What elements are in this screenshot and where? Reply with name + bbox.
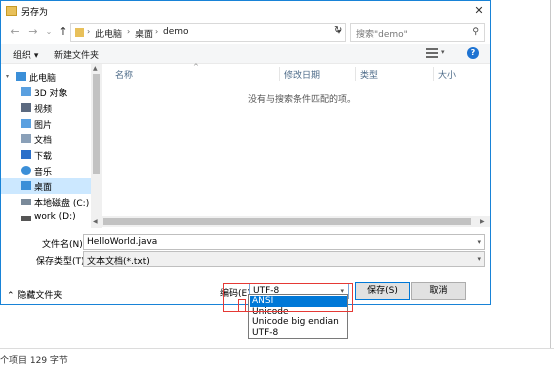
status-text: 个项目 129 字节 <box>0 356 68 366</box>
desktop-icon <box>21 181 31 190</box>
forward-arrow-icon[interactable]: → <box>27 25 39 38</box>
title-bar: 另存为 ✕ <box>1 1 490 22</box>
column-header-type[interactable]: 类型 <box>360 68 378 81</box>
chevron-right-icon: › <box>155 27 159 36</box>
close-button[interactable]: ✕ <box>472 4 486 18</box>
encoding-option-utf8[interactable]: UTF-8 <box>250 328 347 339</box>
filetype-label: 保存类型(T): <box>36 257 88 267</box>
sidebar-item-3d-objects[interactable]: 3D 对象 <box>1 84 91 100</box>
scrollbar-thumb[interactable] <box>93 74 100 174</box>
downloads-icon <box>21 150 31 159</box>
column-header-name[interactable]: 名称 <box>115 68 133 81</box>
video-icon <box>21 103 31 112</box>
computer-icon <box>16 72 26 81</box>
filetype-value: 文本文档(*.txt) <box>87 257 150 267</box>
column-header-size[interactable]: 大小 <box>438 68 456 81</box>
hide-folders-label: 隐藏文件夹 <box>17 291 63 301</box>
organize-menu[interactable]: 组织 ▾ <box>13 48 38 61</box>
folder-icon <box>75 28 84 37</box>
sort-up-icon: ^ <box>193 63 199 71</box>
sidebar-item-music[interactable]: 音乐 <box>1 163 91 179</box>
encoding-option-unicode-big-endian[interactable]: Unicode big endian <box>250 317 347 328</box>
empty-message: 没有与搜索条件匹配的项。 <box>248 95 357 105</box>
save-as-dialog: 另存为 ✕ ← → ⌄ ↑ › 此电脑 › 桌面 › demo ▾ ↻ 搜索"d… <box>0 0 491 305</box>
drive-icon <box>21 199 31 205</box>
expand-arrow-icon[interactable]: ▾ <box>6 73 9 80</box>
background-window-edge <box>550 0 554 348</box>
column-divider[interactable] <box>279 67 280 81</box>
new-folder-button[interactable]: 新建文件夹 <box>54 48 99 61</box>
sidebar-item-label: 文档 <box>34 136 53 146</box>
chevron-right-icon: › <box>127 27 131 36</box>
chevron-right-icon: › <box>87 27 91 36</box>
sidebar-item-downloads[interactable]: 下载 <box>1 147 91 163</box>
breadcrumb-this-pc[interactable]: 此电脑 <box>95 27 122 40</box>
view-options-icon[interactable] <box>426 48 438 58</box>
search-input[interactable]: 搜索"demo" ⚲ <box>350 23 485 42</box>
save-fields: 文件名(N): HelloWorld.java ▾ 保存类型(T): 文本文档(… <box>1 230 490 270</box>
scroll-right-icon[interactable]: ▶ <box>480 218 485 225</box>
back-arrow-icon[interactable]: ← <box>9 25 21 38</box>
documents-icon <box>21 134 31 143</box>
scroll-left-icon[interactable]: ◀ <box>93 218 98 225</box>
sidebar-item-label: work (D:) <box>34 212 76 222</box>
help-icon[interactable]: ? <box>467 47 479 59</box>
sidebar-item-label: 本地磁盘 (C:) <box>34 199 90 209</box>
sidebar-item-videos[interactable]: 视频 <box>1 100 91 116</box>
sidebar-item-this-pc[interactable]: ▾ 此电脑 <box>1 69 91 85</box>
sidebar-item-label: 音乐 <box>34 168 53 178</box>
sidebar-item-documents[interactable]: 文档 <box>1 131 91 147</box>
chevron-down-icon[interactable]: ▾ <box>441 48 445 56</box>
hide-folders-toggle[interactable]: ⌃ 隐藏文件夹 <box>7 288 62 301</box>
navigation-pane: ▾ 此电脑 3D 对象 视频 图片 文档 下载 音乐 桌面 本地磁盘 (C:) … <box>1 64 102 228</box>
save-button[interactable]: 保存(S) <box>355 282 410 300</box>
sidebar-scrollbar[interactable]: ▲ ▼ <box>91 64 102 228</box>
chevron-down-icon[interactable]: ▾ <box>477 238 481 246</box>
search-icon: ⚲ <box>472 27 479 37</box>
navigation-bar: ← → ⌄ ↑ › 此电脑 › 桌面 › demo ▾ ↻ 搜索"demo" ⚲ <box>1 22 490 42</box>
column-header-modified[interactable]: 修改日期 <box>284 68 320 81</box>
refresh-icon[interactable]: ↻ <box>334 25 342 36</box>
sidebar-item-label: 桌面 <box>34 183 53 193</box>
annotation-highlight-box <box>238 299 246 312</box>
column-divider[interactable] <box>355 67 356 81</box>
sidebar-item-label: 图片 <box>34 121 53 131</box>
search-placeholder: 搜索"demo" <box>356 30 408 40</box>
sidebar-item-drive-c[interactable]: 本地磁盘 (C:) <box>1 194 91 210</box>
cancel-button[interactable]: 取消 <box>411 282 466 300</box>
horizontal-scrollbar[interactable]: ◀ ▶ <box>91 216 490 227</box>
notepad-icon <box>6 6 17 16</box>
sidebar-item-label: 视频 <box>34 105 53 115</box>
breadcrumb-desktop[interactable]: 桌面 <box>135 27 153 40</box>
address-bar[interactable]: › 此电脑 › 桌面 › demo ▾ <box>70 23 346 42</box>
filetype-select[interactable]: 文本文档(*.txt) ▾ <box>83 251 485 267</box>
breadcrumb-demo[interactable]: demo <box>163 27 189 37</box>
chevron-down-icon[interactable]: ▾ <box>477 255 481 263</box>
drive-icon <box>21 216 31 221</box>
filename-label: 文件名(N): <box>42 240 86 250</box>
status-bar: 个项目 129 字节 <box>0 348 554 367</box>
3d-objects-icon <box>21 87 31 96</box>
music-icon <box>21 166 31 175</box>
sidebar-item-drive-d[interactable]: work (D:) <box>1 210 91 226</box>
sidebar-item-label: 此电脑 <box>29 74 57 84</box>
column-divider[interactable] <box>433 67 434 81</box>
toolbar: 组织 ▾ 新建文件夹 ▾ ? <box>1 44 490 64</box>
recent-locations-icon[interactable]: ⌄ <box>43 25 55 38</box>
pictures-icon <box>21 119 31 128</box>
sidebar-item-label: 下载 <box>34 152 53 162</box>
filename-input[interactable]: HelloWorld.java ▾ <box>83 234 485 250</box>
file-list: ^ 名称 修改日期 类型 大小 没有与搜索条件匹配的项。 ◀ ▶ <box>91 63 490 228</box>
scrollbar-thumb[interactable] <box>103 218 471 225</box>
sidebar-item-pictures[interactable]: 图片 <box>1 116 91 132</box>
scroll-up-icon[interactable]: ▲ <box>93 65 98 72</box>
sidebar-item-desktop[interactable]: 桌面 <box>1 178 91 194</box>
dialog-title: 另存为 <box>21 8 49 18</box>
sidebar-item-label: 3D 对象 <box>34 89 68 99</box>
up-arrow-icon[interactable]: ↑ <box>57 25 69 38</box>
filename-value: HelloWorld.java <box>87 237 158 247</box>
